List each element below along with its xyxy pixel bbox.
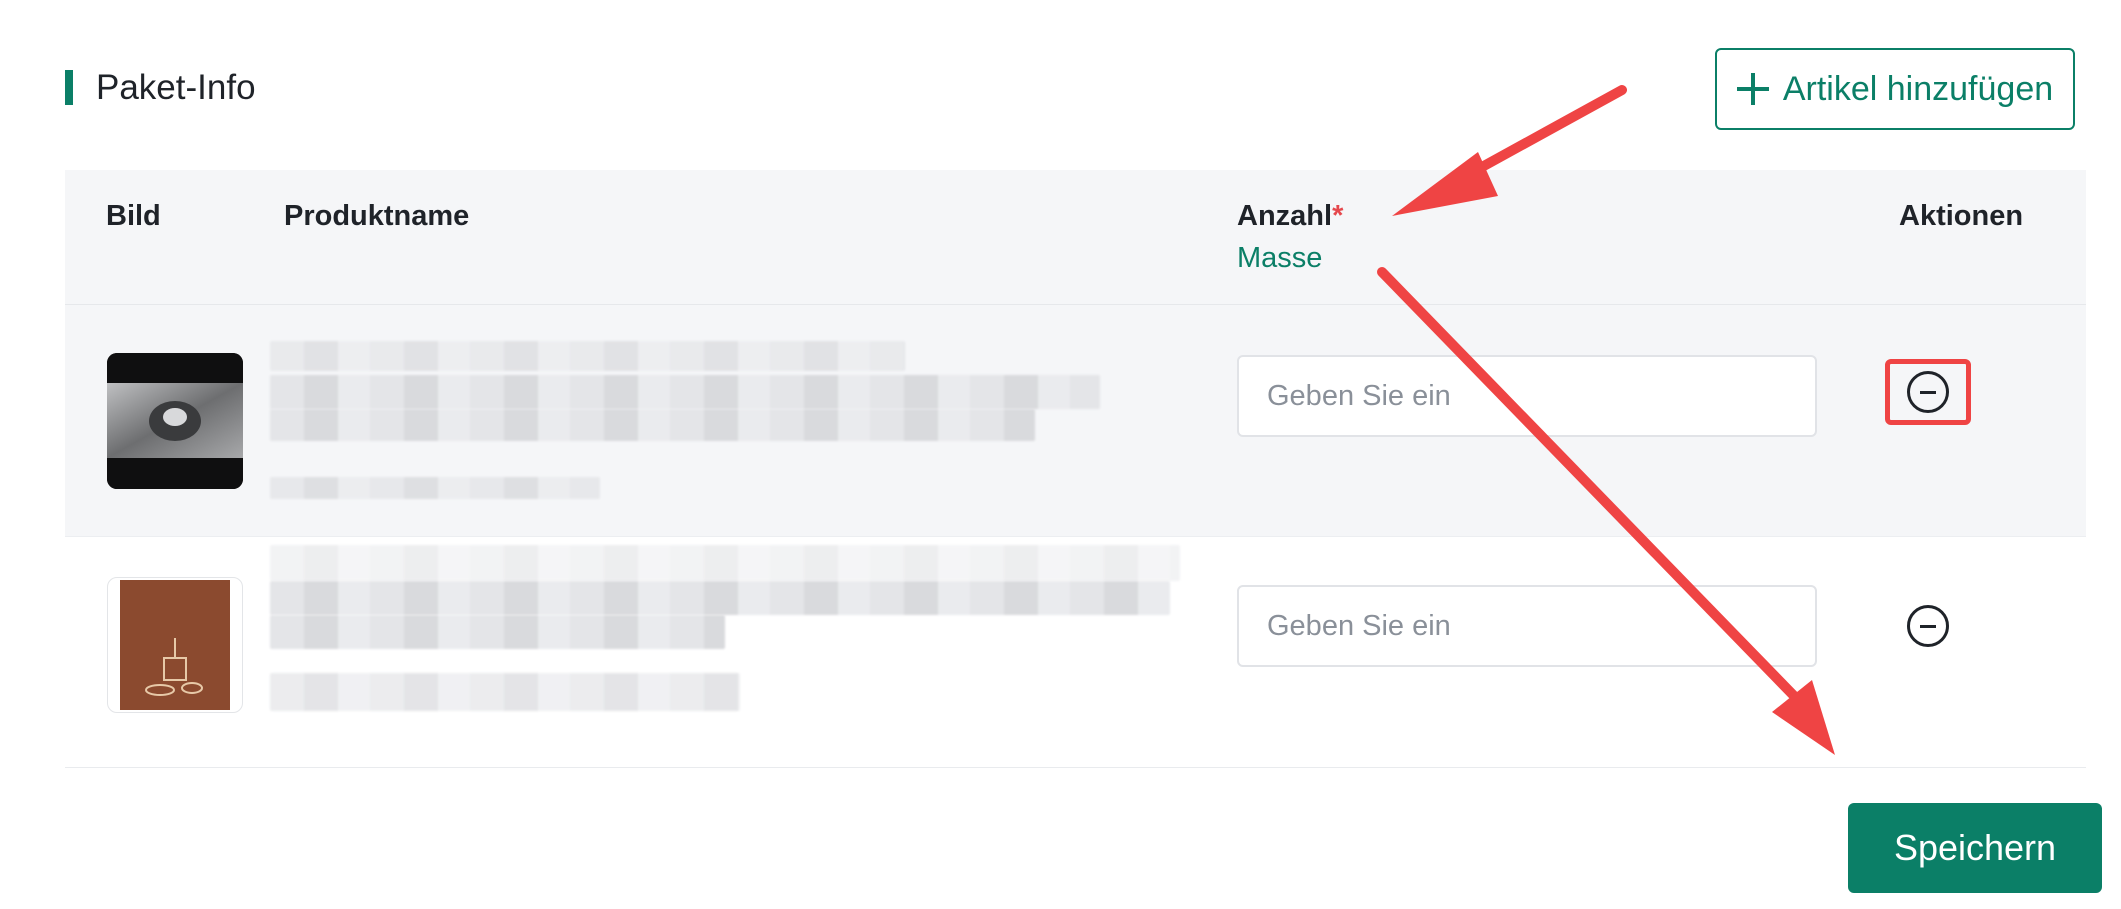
product-name-redacted xyxy=(270,409,1035,441)
column-header-actions: Aktionen xyxy=(1899,200,2024,232)
section-header: Paket-Info Artikel hinzufügen xyxy=(65,48,2086,130)
table-header: Bild Produktname Anzahl* Masse Aktionen xyxy=(65,170,2086,305)
product-sku-redacted xyxy=(270,477,600,499)
quantity-input[interactable] xyxy=(1237,585,1817,667)
product-name-redacted xyxy=(270,375,1100,409)
quantity-header-label: Anzahl xyxy=(1237,200,1333,232)
table-row xyxy=(65,305,2086,537)
add-article-button[interactable]: Artikel hinzufügen xyxy=(1715,48,2075,130)
product-name-redacted xyxy=(270,581,1170,615)
section-title: Paket-Info xyxy=(96,68,256,107)
package-table: Bild Produktname Anzahl* Masse Aktionen xyxy=(65,170,2086,765)
product-name-redacted xyxy=(270,341,905,371)
product-sku-redacted xyxy=(270,673,740,711)
column-header-product: Produktname xyxy=(284,200,470,232)
quantity-input[interactable] xyxy=(1237,355,1817,437)
add-article-label: Artikel hinzufügen xyxy=(1782,69,2054,108)
plus-icon xyxy=(1736,73,1769,105)
product-name-redacted xyxy=(270,615,725,649)
section-accent-bar xyxy=(65,70,73,105)
remove-item-button[interactable] xyxy=(1885,593,1971,659)
bulk-quantity-link[interactable]: Masse xyxy=(1237,240,1322,276)
product-thumbnail xyxy=(107,577,243,713)
scroll-fade xyxy=(0,730,2121,770)
minus-circle-icon xyxy=(1907,371,1949,413)
required-marker: * xyxy=(1332,200,1344,232)
remove-item-button[interactable] xyxy=(1885,359,1971,425)
column-header-quantity: Anzahl* xyxy=(1237,198,1343,234)
column-header-image: Bild xyxy=(106,200,161,232)
minus-circle-icon xyxy=(1907,605,1949,647)
save-button[interactable]: Speichern xyxy=(1848,803,2102,893)
footer-divider xyxy=(65,767,2086,768)
product-name-redacted xyxy=(270,545,1180,581)
product-thumbnail xyxy=(107,353,243,489)
